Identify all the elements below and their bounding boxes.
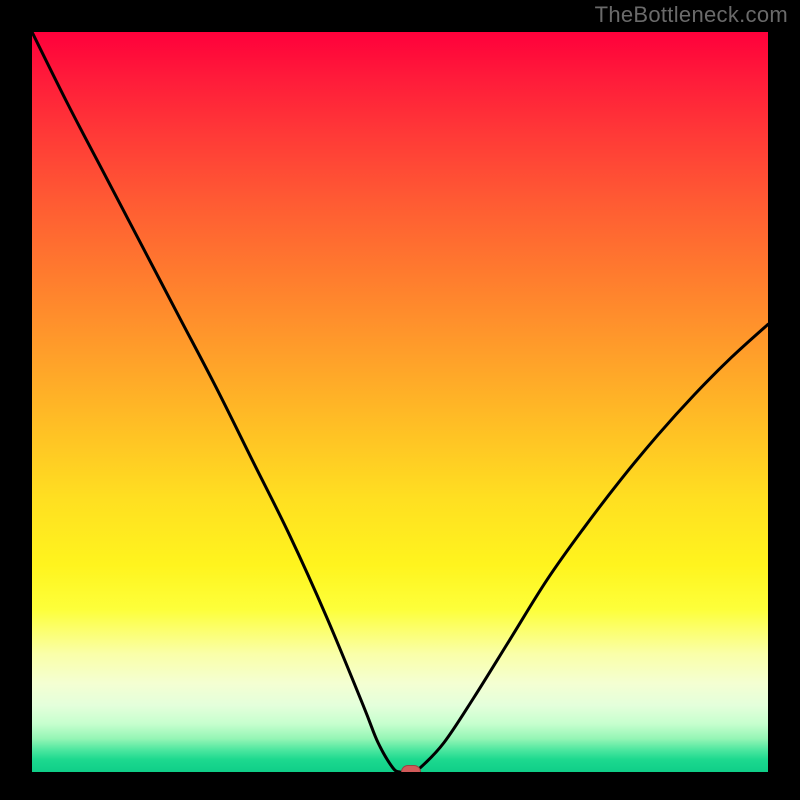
bottleneck-curve bbox=[32, 32, 768, 772]
chart-frame: TheBottleneck.com bbox=[0, 0, 800, 800]
watermark-label: TheBottleneck.com bbox=[595, 2, 788, 28]
optimal-marker bbox=[401, 765, 421, 772]
plot-area bbox=[32, 32, 768, 772]
